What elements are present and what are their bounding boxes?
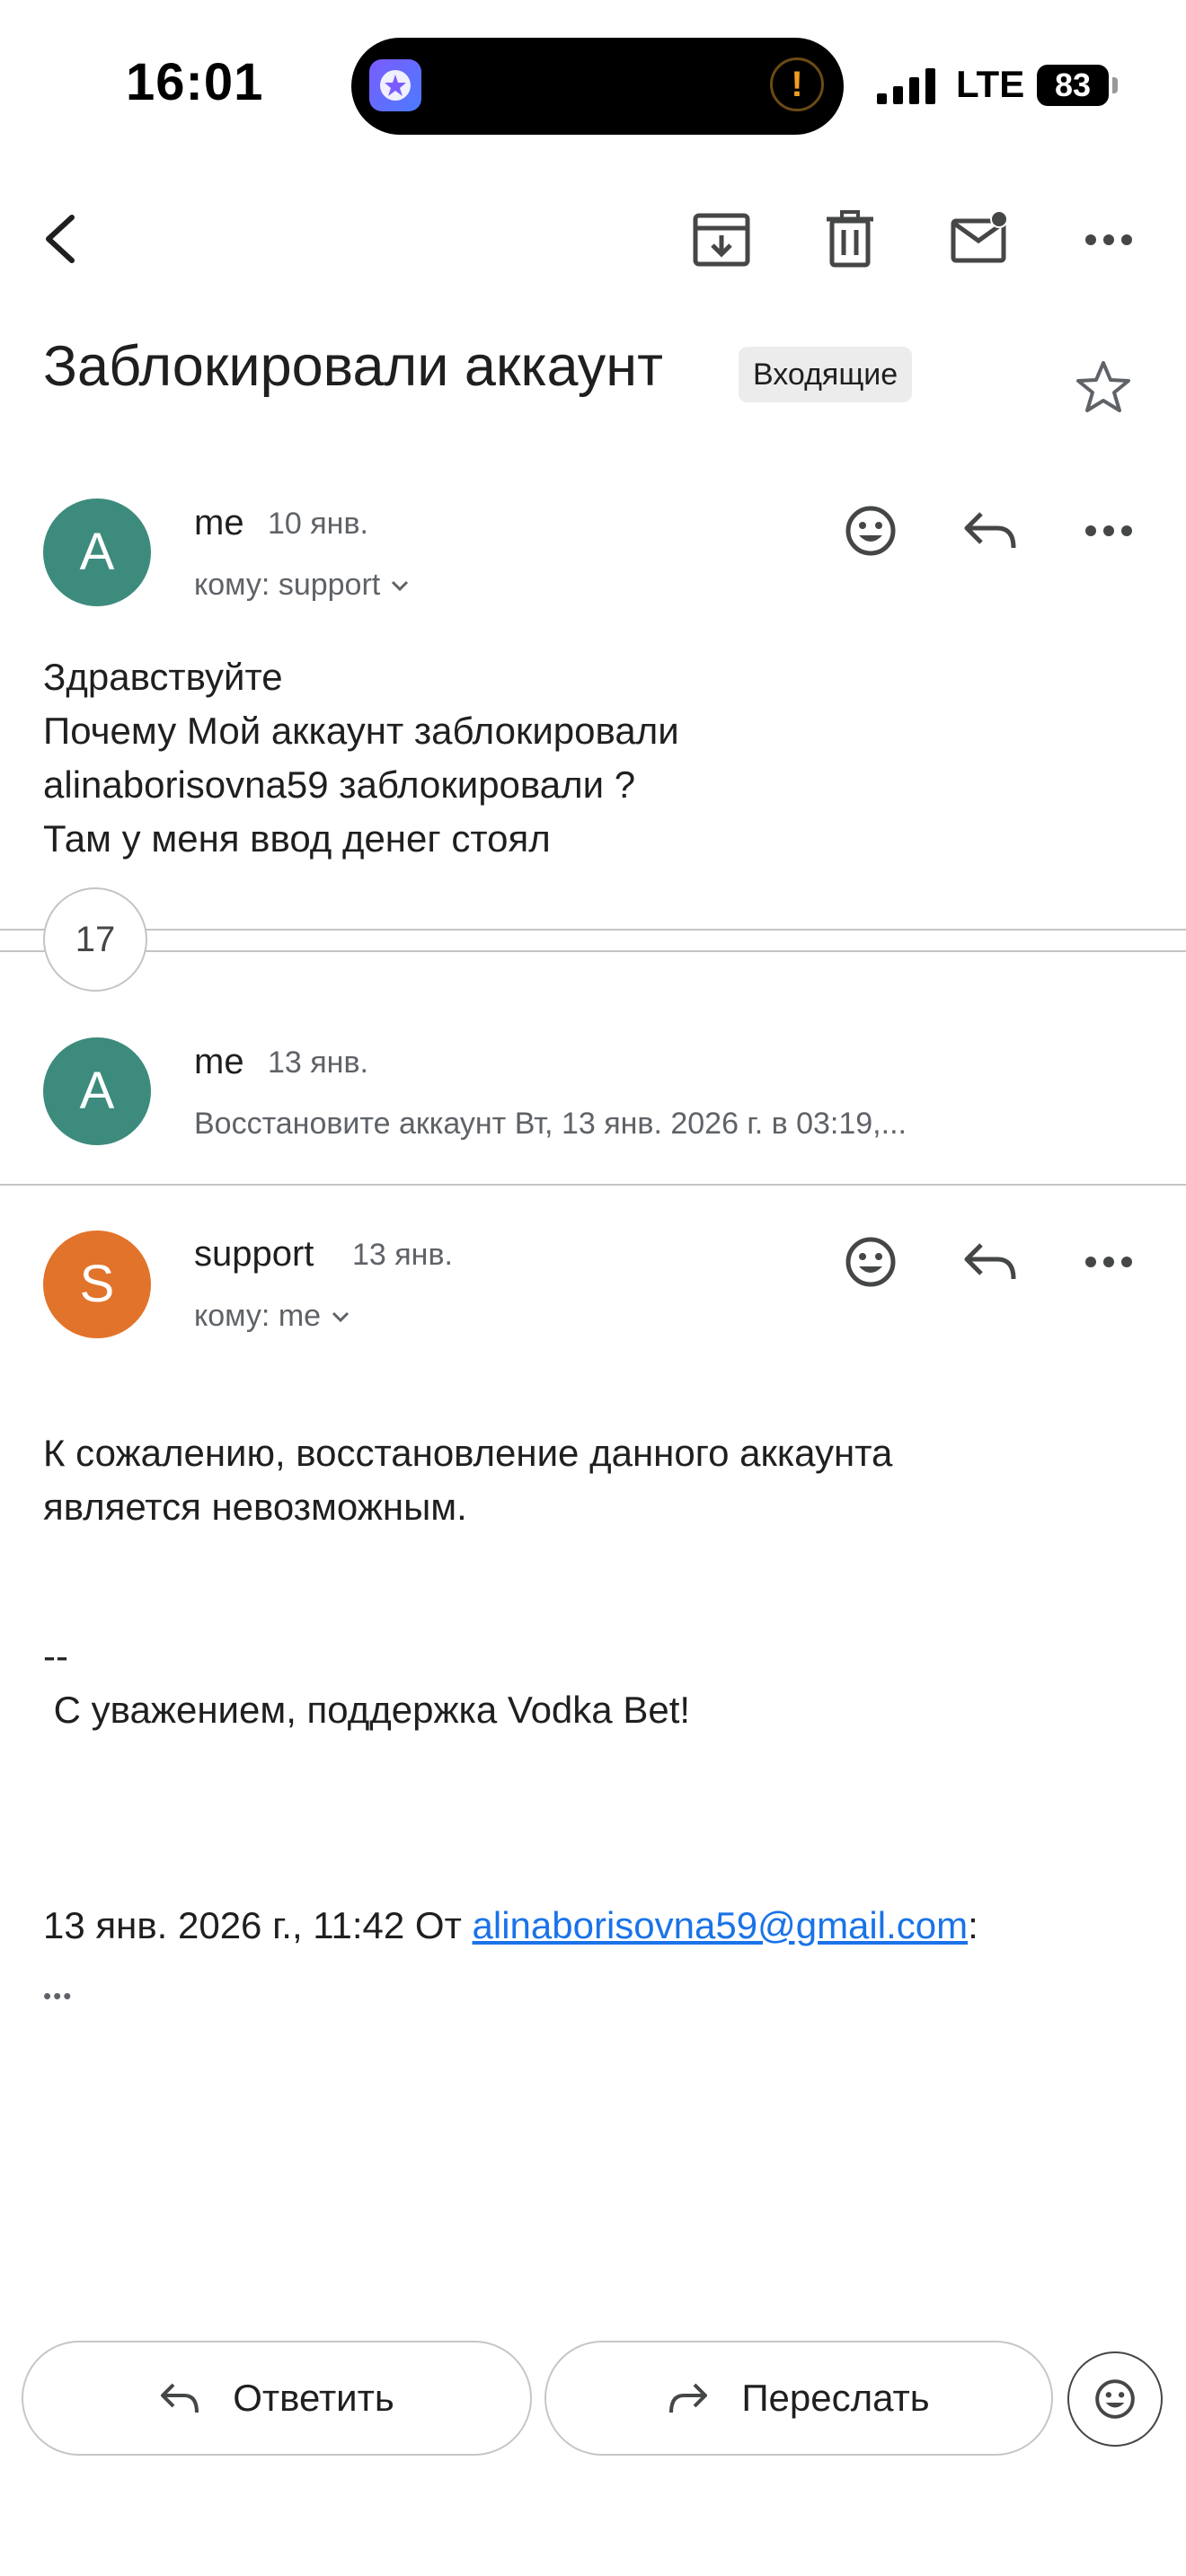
app-icon xyxy=(369,59,421,111)
emoji-icon xyxy=(1095,2379,1135,2419)
thread-subject: Заблокировали аккаунт xyxy=(43,335,663,398)
message-body: К сожалению, восстановление данного акка… xyxy=(43,1426,892,1534)
emoji-icon xyxy=(845,506,896,556)
reply-all-button[interactable]: Ответить xyxy=(22,2341,532,2456)
sender-name[interactable]: me xyxy=(194,503,244,543)
collapsed-messages-count[interactable]: 17 xyxy=(43,887,147,992)
quote-prefix: 13 янв. 2026 г., 11:42 От xyxy=(43,1904,473,1946)
more-horizontal-icon xyxy=(1085,234,1132,245)
show-trimmed-button[interactable]: ••• xyxy=(43,1981,97,2010)
divider xyxy=(0,950,1186,952)
dynamic-island: ! xyxy=(351,38,844,135)
quote-suffix: : xyxy=(968,1904,978,1946)
divider xyxy=(0,1184,1186,1186)
battery-icon xyxy=(1112,77,1118,93)
sender-name: me xyxy=(194,1042,244,1081)
star-button[interactable] xyxy=(1075,359,1132,415)
back-button[interactable] xyxy=(36,212,90,266)
more-options-button[interactable] xyxy=(1085,234,1132,246)
body-line: alinaborisovna59 заблокировали ? xyxy=(43,763,636,806)
battery-level: 83 xyxy=(1037,65,1109,106)
react-button[interactable] xyxy=(845,505,897,557)
react-button[interactable] xyxy=(845,1236,897,1288)
body-line: Здравствуйте xyxy=(43,656,283,698)
reply-button[interactable] xyxy=(963,1239,1017,1284)
quote-header: 13 янв. 2026 г., 11:42 От alinaborisovna… xyxy=(43,1899,978,1953)
message-date: 10 янв. xyxy=(268,507,368,541)
reply-icon xyxy=(161,2383,199,2413)
forward-button[interactable]: Переслать xyxy=(544,2341,1053,2456)
signature-separator: -- xyxy=(43,1635,68,1677)
collapsed-message[interactable] xyxy=(0,997,1186,1177)
mark-unread-button[interactable] xyxy=(951,210,1010,264)
star-icon xyxy=(1076,361,1130,412)
message-date: 13 янв. xyxy=(268,1045,368,1080)
recipients-line: кому: me xyxy=(194,1299,322,1333)
divider xyxy=(0,929,1186,931)
network-type: LTE xyxy=(956,63,1025,105)
status-time: 16:01 xyxy=(126,53,264,111)
more-horizontal-icon xyxy=(1085,525,1132,536)
reply-icon xyxy=(964,512,1016,549)
signature: С уважением, поддержка Vodka Bet! xyxy=(43,1689,691,1731)
reply-icon xyxy=(964,1243,1016,1280)
message-body: Здравствуйте Почему Мой аккаунт заблокир… xyxy=(43,650,679,866)
chevron-down-icon xyxy=(332,1311,350,1322)
forward-icon xyxy=(669,2383,708,2413)
chevron-down-icon xyxy=(392,580,409,591)
emoji-icon xyxy=(845,1237,896,1287)
recipients-line: кому: support xyxy=(194,568,381,602)
message-snippet: Восстановите аккаунт Вт, 13 янв. 2026 г.… xyxy=(194,1107,907,1141)
email-link[interactable]: alinaborisovna59@gmail.com xyxy=(473,1904,969,1946)
archive-icon xyxy=(693,213,750,267)
sender-name[interactable]: support xyxy=(194,1234,314,1275)
message-more-button[interactable] xyxy=(1085,1256,1132,1268)
label-chip[interactable]: Входящие xyxy=(739,347,913,402)
body-line: Там у меня ввод денег стоял xyxy=(43,817,551,860)
avatar: A xyxy=(43,1037,151,1145)
avatar: S xyxy=(43,1231,151,1338)
delete-button[interactable] xyxy=(825,210,875,268)
forward-label: Переслать xyxy=(741,2377,930,2419)
warning-icon: ! xyxy=(770,57,824,111)
recipients-toggle[interactable]: кому: support xyxy=(194,568,411,603)
body-line: Почему Мой аккаунт заблокировали xyxy=(43,710,679,752)
avatar: A xyxy=(43,498,151,606)
trash-icon xyxy=(827,210,873,268)
emoji-react-button[interactable] xyxy=(1067,2351,1163,2447)
reply-label: Ответить xyxy=(233,2377,394,2419)
body-line: является невозможным. xyxy=(43,1486,467,1528)
message-more-button[interactable] xyxy=(1085,525,1132,537)
more-horizontal-icon xyxy=(1085,1257,1132,1267)
message-date: 13 янв. xyxy=(352,1238,453,1272)
body-line: К сожалению, восстановление данного акка… xyxy=(43,1432,893,1474)
mail-unread-icon xyxy=(951,210,1008,263)
reply-button[interactable] xyxy=(963,508,1017,553)
archive-button[interactable] xyxy=(692,212,751,268)
signal-icon xyxy=(877,68,936,104)
recipients-toggle[interactable]: кому: me xyxy=(194,1299,351,1334)
back-arrow-icon xyxy=(46,215,75,263)
